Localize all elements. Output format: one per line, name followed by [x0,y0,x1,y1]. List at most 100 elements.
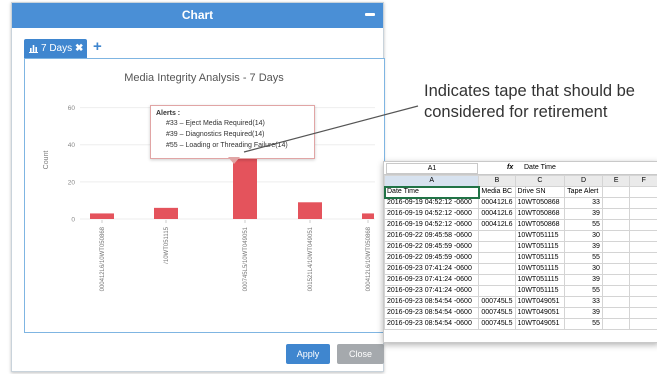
table-cell[interactable]: 2016-09-23 07:41:24 -0600 [384,285,480,297]
table-row: 2016-09-19 04:52:12 -0600 000412L6 10WT050… [384,219,657,231]
table-cell[interactable] [601,274,631,286]
table-cell[interactable]: Tape Alert [564,186,603,198]
table-cell[interactable] [629,252,657,264]
table-cell[interactable] [601,318,631,330]
function-icon[interactable]: fx [507,162,513,174]
table-cell[interactable] [629,307,657,319]
table-cell[interactable]: 2016-09-22 09:45:59 -0600 [384,241,480,253]
table-cell[interactable]: 000412L6 [478,219,516,231]
formula-input[interactable]: Date Time [524,162,556,174]
table-cell[interactable]: 10WT049051 [514,307,566,319]
table-cell[interactable]: 30 [564,263,603,275]
table-cell[interactable]: Date Time [384,185,480,199]
table-cell[interactable] [629,230,657,242]
table-cell[interactable]: 10WT049051 [514,296,566,308]
table-cell[interactable] [478,285,516,297]
table-cell[interactable]: 55 [564,318,603,330]
table-row: 2016-09-23 08:54:54 -0600 000745L5 10WT049… [384,307,657,319]
table-cell[interactable] [629,241,657,253]
table-cell[interactable] [601,263,631,275]
table-cell[interactable]: 55 [564,252,603,264]
table-cell[interactable]: 2016-09-23 08:54:54 -0600 [384,318,480,330]
table-cell[interactable]: 2016-09-19 04:52:12 -0600 [384,208,480,220]
table-cell[interactable] [601,296,631,308]
table-cell[interactable]: 10WT051115 [514,274,566,286]
table-cell[interactable]: 10WT050868 [514,219,566,231]
table-cell[interactable]: 2016-09-19 04:52:12 -0600 [384,219,480,231]
spreadsheet: A1 fx Date Time A B C D E F Date Time Med… [383,161,657,343]
table-cell[interactable]: 2016-09-23 08:54:54 -0600 [384,307,480,319]
column-header[interactable]: D [564,175,603,187]
table-cell[interactable]: 2016-09-22 09:45:59 -0600 [384,252,480,264]
table-cell[interactable]: 000412L6 [478,208,516,220]
table-cell[interactable] [629,296,657,308]
table-cell[interactable]: 10WT051115 [514,241,566,253]
table-cell[interactable]: 10WT051115 [514,285,566,297]
table-cell[interactable]: 55 [564,219,603,231]
table-cell[interactable]: 2016-09-22 09:45:58 -0600 [384,230,480,242]
table-cell[interactable]: 39 [564,208,603,220]
table-cell[interactable]: 33 [564,197,603,209]
table-cell[interactable] [601,208,631,220]
table-cell[interactable] [601,252,631,264]
table-cell[interactable]: 2016-09-23 07:41:24 -0600 [384,274,480,286]
table-cell[interactable] [601,307,631,319]
table-cell[interactable] [601,219,631,231]
table-cell[interactable] [629,208,657,220]
table-cell[interactable]: Media BC [478,186,516,198]
table-cell[interactable]: 2016-09-23 08:54:54 -0600 [384,296,480,308]
table-cell[interactable] [629,285,657,297]
table-cell[interactable] [629,219,657,231]
table-cell[interactable] [478,230,516,242]
table-row: 2016-09-22 09:45:59 -0600 10WT051115 55 [384,252,657,264]
spreadsheet-grid: A B C D E F Date Time Media BC Drive SN Tap… [384,175,657,330]
table-cell[interactable]: Drive SN [514,186,566,198]
table-cell[interactable]: 39 [564,241,603,253]
column-header[interactable]: F [629,175,657,187]
table-cell[interactable] [629,186,657,198]
table-cell[interactable]: 000412L6 [478,197,516,209]
table-cell[interactable]: 10WT050868 [514,208,566,220]
table-cell[interactable] [601,197,631,209]
table-row: 2016-09-23 07:41:24 -0600 10WT051115 55 [384,285,657,297]
column-header[interactable]: A [384,175,480,187]
table-cell[interactable] [478,252,516,264]
table-cell[interactable] [601,230,631,242]
table-cell[interactable]: 10WT051115 [514,230,566,242]
table-cell[interactable] [629,318,657,330]
table-cell[interactable] [629,263,657,275]
table-cell[interactable] [478,263,516,275]
column-header[interactable]: B [478,175,516,187]
table-cell[interactable] [629,197,657,209]
table-row: 2016-09-23 08:54:54 -0600 000745L5 10WT049… [384,296,657,308]
table-cell[interactable]: 000745L5 [478,296,516,308]
table-row: 2016-09-22 09:45:58 -0600 10WT051115 30 [384,230,657,242]
table-cell[interactable]: 30 [564,230,603,242]
table-cell[interactable]: 10WT050868 [514,197,566,209]
table-cell[interactable]: 2016-09-19 04:52:12 -0600 [384,197,480,209]
table-cell[interactable]: 39 [564,307,603,319]
table-cell[interactable]: 39 [564,274,603,286]
table-cell[interactable] [478,241,516,253]
table-cell[interactable]: 33 [564,296,603,308]
name-box[interactable]: A1 [386,163,478,174]
table-cell[interactable]: 10WT051115 [514,252,566,264]
table-cell[interactable]: 2016-09-23 07:41:24 -0600 [384,263,480,275]
table-cell[interactable]: 10WT049051 [514,318,566,330]
table-cell[interactable] [601,241,631,253]
table-cell[interactable]: 000745L5 [478,307,516,319]
column-header[interactable]: E [601,175,631,187]
column-header[interactable]: C [514,175,566,187]
table-cell[interactable]: 000745L5 [478,318,516,330]
table-cell[interactable] [601,186,631,198]
table-row: 2016-09-22 09:45:59 -0600 10WT051115 39 [384,241,657,253]
table-cell[interactable] [601,285,631,297]
table-row: 2016-09-19 04:52:12 -0600 000412L6 10WT050… [384,208,657,220]
table-cell[interactable] [629,274,657,286]
table-row: 2016-09-23 07:41:24 -0600 10WT051115 30 [384,263,657,275]
table-row: 2016-09-23 08:54:54 -0600 000745L5 10WT049… [384,318,657,330]
table-cell[interactable] [478,274,516,286]
table-cell[interactable]: 55 [564,285,603,297]
annotation-line-1: Indicates tape that should be [424,82,635,100]
table-cell[interactable]: 10WT051115 [514,263,566,275]
